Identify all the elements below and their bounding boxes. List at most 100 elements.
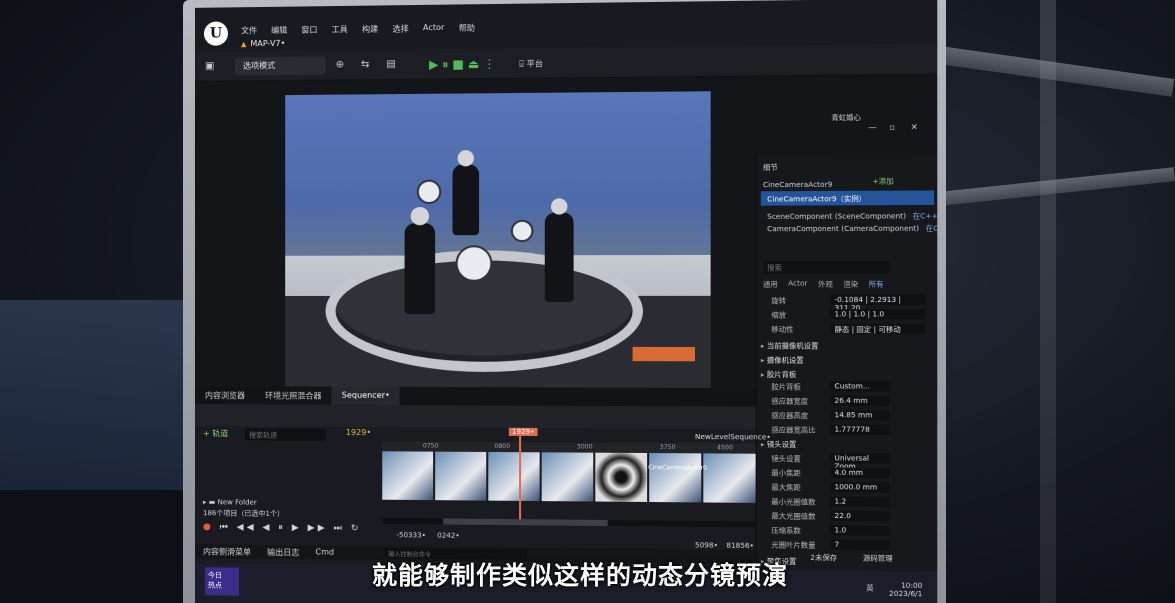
details-search-input[interactable]: 搜索 bbox=[762, 260, 890, 274]
tab-env-light-mixer[interactable]: 环境光照混合器 bbox=[255, 386, 332, 404]
menu-actor[interactable]: Actor bbox=[423, 23, 444, 34]
mobility-value[interactable]: 静态 | 固定 | 可移动 bbox=[830, 323, 926, 335]
playhead[interactable] bbox=[519, 431, 522, 524]
prop-tab-actor[interactable]: Actor bbox=[788, 279, 807, 289]
ime-indicator[interactable]: 英 bbox=[866, 583, 873, 593]
property-value[interactable]: 14.85 mm bbox=[830, 409, 890, 421]
add-component-button[interactable]: +添加 bbox=[873, 176, 894, 186]
scroll-thumb[interactable] bbox=[443, 518, 608, 527]
property-label: 感应器高度 bbox=[771, 411, 809, 421]
platform-button[interactable]: ⌸ 平台 bbox=[519, 58, 543, 69]
property-label: 光圈叶片数量 bbox=[771, 541, 816, 550]
cinematics-icon[interactable]: ▤ bbox=[386, 59, 396, 70]
ruler-tick: 0800 bbox=[494, 442, 511, 451]
out-time[interactable]: 5098• bbox=[695, 541, 718, 549]
menu-edit[interactable]: 编辑 bbox=[271, 25, 287, 36]
folder-label: New Folder bbox=[217, 498, 257, 507]
view-end-time[interactable]: 81856• bbox=[726, 542, 754, 550]
shot-clip[interactable] bbox=[382, 451, 434, 501]
window-title: 青虹婚心 bbox=[831, 113, 861, 123]
output-log-button[interactable]: 输出日志 bbox=[267, 547, 299, 557]
tab-sequencer[interactable]: Sequencer• bbox=[331, 386, 400, 405]
prop-tab-general[interactable]: 通用 bbox=[763, 279, 778, 289]
property-value[interactable]: 1000.0 mm bbox=[830, 481, 890, 493]
component-scene[interactable]: SceneComponent (SceneComponent) 在C++中编辑 bbox=[767, 211, 937, 222]
play-controls[interactable]: ▶ ⏸ ■ ⏏ ⋮ bbox=[429, 57, 496, 73]
laptop-screen: U 文件 编辑 窗口 工具 构建 选择 Actor 帮助 MAP-V7• ▣ 选… bbox=[194, 0, 938, 603]
unreal-logo-icon[interactable]: U bbox=[203, 21, 228, 46]
shot-clip[interactable] bbox=[703, 453, 756, 503]
add-track-button[interactable]: + 轨道 bbox=[203, 428, 228, 439]
menu-select[interactable]: 选择 bbox=[392, 23, 408, 34]
menu-tools[interactable]: 工具 bbox=[332, 24, 348, 35]
shot-clip[interactable] bbox=[541, 452, 594, 502]
menu-window[interactable]: 窗口 bbox=[301, 24, 317, 35]
prop-tab-all[interactable]: 所有 bbox=[869, 279, 884, 289]
shot-clip[interactable] bbox=[649, 453, 702, 503]
property-label: 镜头设置 bbox=[771, 454, 801, 464]
section-current-camera[interactable]: 当前摄像机设置 bbox=[761, 341, 819, 351]
minimize-icon[interactable]: — bbox=[868, 123, 876, 132]
news-widget[interactable]: 今日 热点 bbox=[204, 567, 240, 596]
shot-clip[interactable] bbox=[435, 451, 487, 501]
unsaved-indicator[interactable]: 2未保存 bbox=[810, 553, 837, 564]
timeline-scrollbar[interactable] bbox=[382, 517, 756, 528]
playhead-label[interactable]: 1929• bbox=[508, 427, 538, 437]
blueprint-icon[interactable]: ⇆ bbox=[361, 59, 370, 70]
bassist-figure bbox=[544, 212, 574, 303]
source-control-button[interactable]: 源码管理 bbox=[863, 553, 893, 564]
current-frame[interactable]: 1929• bbox=[346, 428, 371, 437]
edit-link[interactable]: 在C++中编辑 bbox=[913, 212, 938, 220]
add-actor-icon[interactable]: ⊕ bbox=[336, 59, 344, 70]
ruler-tick: 4500 bbox=[716, 444, 733, 452]
property-value[interactable]: 4.0 mm bbox=[830, 467, 890, 479]
prop-tab-render[interactable]: 渲染 bbox=[843, 279, 858, 289]
section-camera-settings[interactable]: 摄像机设置 bbox=[761, 355, 804, 365]
property-value[interactable]: Custom... bbox=[830, 381, 890, 392]
content-drawer-button[interactable]: 内容侧滑菜单 bbox=[203, 546, 251, 557]
in-time[interactable]: 0242• bbox=[437, 532, 459, 540]
property-value[interactable]: 1.2 bbox=[830, 496, 890, 508]
camera-cut-track[interactable] bbox=[382, 451, 756, 503]
widget-title: 今日 bbox=[207, 571, 222, 580]
property-value[interactable]: 26.4 mm bbox=[830, 395, 890, 407]
scale-value[interactable]: 1.0 | 1.0 | 1.0 bbox=[830, 309, 926, 320]
shot-clip[interactable] bbox=[595, 452, 648, 502]
property-label: 感应器宽度 bbox=[771, 397, 809, 406]
menu-build[interactable]: 构建 bbox=[362, 24, 378, 35]
section-filmback[interactable]: 胶片背板 bbox=[761, 370, 796, 380]
property-value[interactable]: 7 bbox=[830, 539, 890, 551]
shot-clip[interactable] bbox=[488, 451, 540, 502]
folder-row[interactable]: ▸ ▬ New Folder bbox=[203, 498, 257, 506]
component-camera[interactable]: CameraComponent (CameraComponent) 在C++中编 bbox=[767, 223, 937, 234]
view-start-time[interactable]: -50333• bbox=[396, 531, 425, 539]
prop-tab-look[interactable]: 外观 bbox=[818, 279, 833, 289]
actor-instance-row[interactable]: CineCameraActor9（实例） bbox=[760, 190, 935, 206]
edit-link[interactable]: 在C++中编 bbox=[926, 224, 938, 232]
map-title[interactable]: MAP-V7• bbox=[241, 39, 285, 49]
record-icon[interactable]: ● bbox=[203, 522, 214, 532]
details-tab[interactable]: 细节 bbox=[763, 162, 778, 172]
rotation-value[interactable]: -0.1084 | 2.2913 | 311.20 bbox=[830, 294, 926, 312]
menu-file[interactable]: 文件 bbox=[241, 25, 257, 36]
track-search-input[interactable]: 搜索轨道 bbox=[245, 428, 326, 441]
property-label: 胶片背板 bbox=[771, 383, 801, 392]
cmd-button[interactable]: Cmd bbox=[315, 547, 334, 557]
property-value[interactable]: Universal Zoom bbox=[830, 453, 890, 471]
bass-drum bbox=[455, 245, 493, 282]
property-value[interactable]: 1.0 bbox=[830, 525, 890, 537]
system-clock[interactable]: 10:00 2023/6/1 bbox=[889, 581, 922, 599]
component-name: SceneComponent (SceneComponent) bbox=[767, 212, 907, 221]
background-desk bbox=[0, 490, 200, 603]
property-value[interactable]: 22.0 bbox=[830, 510, 890, 522]
menu-help[interactable]: 帮助 bbox=[459, 22, 475, 33]
close-icon[interactable]: ✕ bbox=[911, 122, 918, 131]
tab-content-browser[interactable]: 内容浏览器 bbox=[195, 386, 255, 404]
mode-select[interactable]: 选项模式 bbox=[234, 56, 326, 76]
maximize-icon[interactable]: ▫ bbox=[889, 123, 895, 132]
level-viewport[interactable] bbox=[285, 91, 711, 388]
save-icon[interactable]: ▣ bbox=[205, 61, 214, 72]
property-label: 最小光圈值数 bbox=[771, 497, 816, 507]
figure-head bbox=[550, 198, 568, 215]
transport-controls[interactable]: ● ⏮ ◀◀ ◀ ⏸ ▶ ▶▶ ⏭ ↻ bbox=[203, 522, 361, 534]
